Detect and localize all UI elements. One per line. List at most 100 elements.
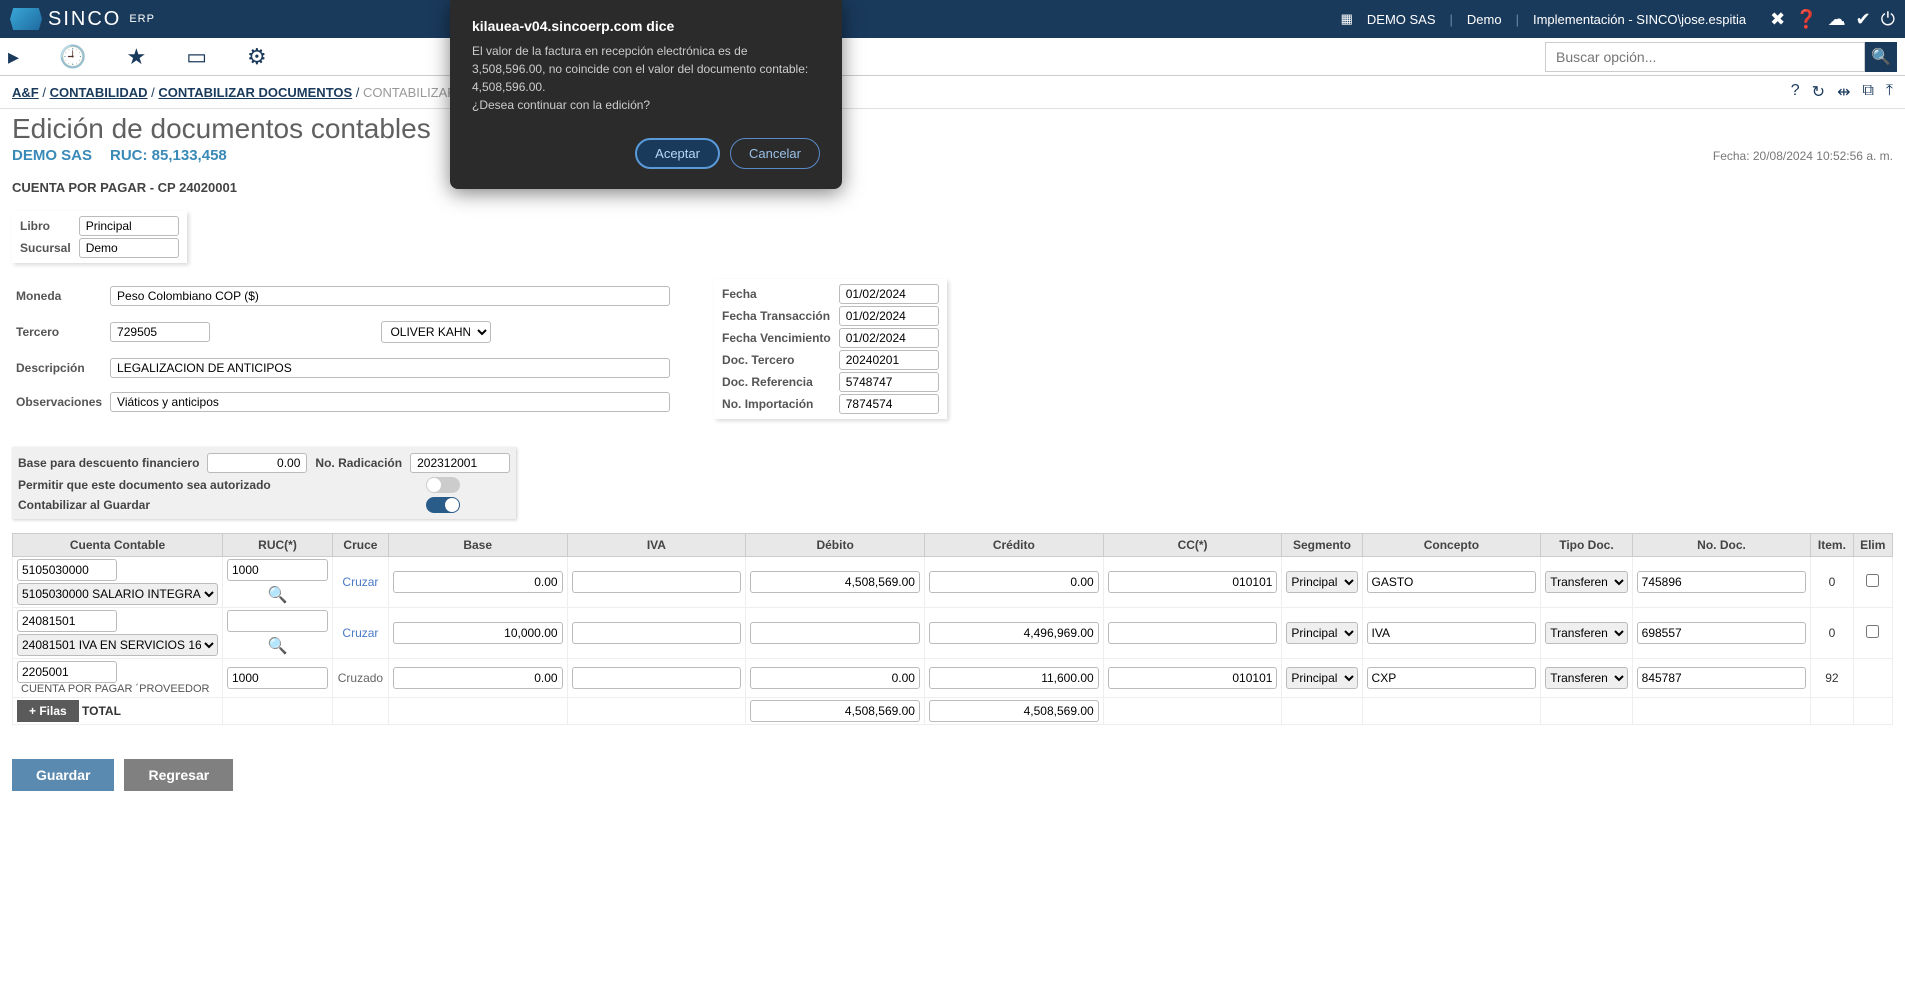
help-icon[interactable]: ❓ [1795,9,1817,30]
descripcion-field[interactable] [110,358,670,378]
segmento-select[interactable]: Principal [1286,571,1357,593]
fecha-venc-label: Fecha Vencimiento [718,327,835,349]
sucursal-label: Sucursal [16,237,75,259]
contabilizar-toggle[interactable] [426,497,460,513]
fecha-trans-field[interactable] [839,306,939,326]
iva-field[interactable] [572,667,742,689]
cc-field[interactable] [1108,667,1278,689]
libro-field[interactable] [79,216,179,236]
elim-check[interactable] [1866,625,1879,638]
archive-icon[interactable]: ▭ [186,44,207,70]
bc-0[interactable]: A&F [12,85,39,100]
segmento-select[interactable]: Principal [1286,622,1357,644]
split-icon[interactable]: ⇹ [1837,82,1850,102]
iva-field[interactable] [572,571,742,593]
debito-field[interactable] [750,667,920,689]
ruc-field[interactable] [227,667,328,689]
cuenta-desc-select[interactable]: 5105030000 SALARIO INTEGRAL [17,583,218,605]
cc-field[interactable] [1108,571,1278,593]
base-desc-label: Base para descuento financiero [18,456,199,470]
tipodoc-select[interactable]: Transferen [1545,667,1627,689]
tercero-name-select[interactable]: OLIVER KAHN [381,321,491,343]
cruzar-link[interactable]: Cruzar [342,626,378,640]
credito-field[interactable] [929,571,1099,593]
debito-field[interactable] [750,571,920,593]
bc-2[interactable]: CONTABILIZAR DOCUMENTOS [158,85,352,100]
base-field[interactable] [393,667,563,689]
guardar-button[interactable]: Guardar [12,759,114,791]
segmento-select[interactable]: Principal [1286,667,1357,689]
apps-icon[interactable]: ▦ [1341,11,1353,27]
sucursal-field[interactable] [79,238,179,258]
tipodoc-select[interactable]: Transferen [1545,571,1627,593]
ruc-field[interactable] [227,610,328,632]
cloud-icon[interactable]: ☁ [1828,9,1846,30]
search-button[interactable]: 🔍 [1865,42,1897,72]
search-icon[interactable]: 🔍 [268,587,288,604]
table-row: 24081501 IVA EN SERVICIOS 16% 🔍 Cruzar Prin… [13,608,1893,659]
base-field[interactable] [393,571,563,593]
no-import-field[interactable] [839,394,939,414]
dialog-cancel-button[interactable]: Cancelar [730,138,820,169]
user-link[interactable]: Implementación - SINCO\jose.espitia [1533,12,1746,27]
cuenta-desc-select[interactable]: 24081501 IVA EN SERVICIOS 16% [17,634,218,656]
power-icon[interactable]: ⏻ [1881,9,1895,30]
nodoc-field[interactable] [1637,622,1807,644]
popout-icon[interactable]: ⧉ [1862,82,1873,102]
search-icon[interactable]: 🔍 [268,638,288,655]
company-link[interactable]: DEMO SAS [1367,12,1436,27]
menu-toggle-icon[interactable]: ▸ [8,44,19,70]
col-12: Item. [1811,534,1853,557]
no-rad-field[interactable] [410,453,510,473]
observaciones-field[interactable] [110,392,670,412]
env-link[interactable]: Demo [1467,12,1502,27]
elim-check[interactable] [1866,574,1879,587]
no-import-label: No. Importación [718,393,835,415]
moneda-field[interactable] [110,286,670,306]
gear-icon[interactable]: ⚙ [247,44,267,70]
help-box-icon[interactable]: ? [1791,82,1800,102]
credito-field[interactable] [929,667,1099,689]
ruc-field[interactable] [227,559,328,581]
debito-field[interactable] [750,622,920,644]
doc-tercero-field[interactable] [839,350,939,370]
base-field[interactable] [393,622,563,644]
tipodoc-select[interactable]: Transferen [1545,622,1627,644]
doc-ref-field[interactable] [839,372,939,392]
cuenta-field[interactable] [17,559,117,581]
concepto-field[interactable] [1367,667,1537,689]
nodoc-field[interactable] [1637,571,1807,593]
dialog-accept-button[interactable]: Aceptar [635,138,720,169]
fecha-field[interactable] [839,284,939,304]
tercero-code-field[interactable] [110,322,210,342]
concepto-field[interactable] [1367,622,1537,644]
cruzar-link[interactable]: Cruzar [342,575,378,589]
cc-field[interactable] [1108,622,1278,644]
collapse-icon[interactable]: ⤒ [1886,82,1893,102]
credito-field[interactable] [929,622,1099,644]
dialog-line2: ¿Desea continuar con la edición? [472,96,820,114]
permitir-toggle[interactable] [426,477,460,493]
fecha-venc-field[interactable] [839,328,939,348]
col-5: Débito [746,534,925,557]
bc-1[interactable]: CONTABILIDAD [50,85,148,100]
col-7: CC(*) [1103,534,1282,557]
iva-field[interactable] [572,622,742,644]
cuenta-field[interactable] [17,661,117,683]
search-input[interactable] [1545,42,1865,72]
regresar-button[interactable]: Regresar [124,759,233,791]
refresh-icon[interactable]: ↻ [1812,82,1825,102]
company-sub: DEMO SAS [12,147,92,164]
base-desc-field[interactable] [207,453,307,473]
nodoc-field[interactable] [1637,667,1807,689]
tools-icon[interactable]: ✖ [1770,9,1785,30]
col-13: Elim [1853,534,1893,557]
cuenta-field[interactable] [17,610,117,632]
concepto-field[interactable] [1367,571,1537,593]
clock-icon[interactable]: 🕘 [59,44,86,70]
navbar: ▸ 🕘 ★ ▭ ⚙ 🔍 [0,38,1905,76]
descripcion-label: Descripción [12,351,106,385]
check-icon[interactable]: ✔ [1856,9,1871,30]
star-icon[interactable]: ★ [126,44,146,70]
add-rows-button[interactable]: + Filas [17,700,79,722]
